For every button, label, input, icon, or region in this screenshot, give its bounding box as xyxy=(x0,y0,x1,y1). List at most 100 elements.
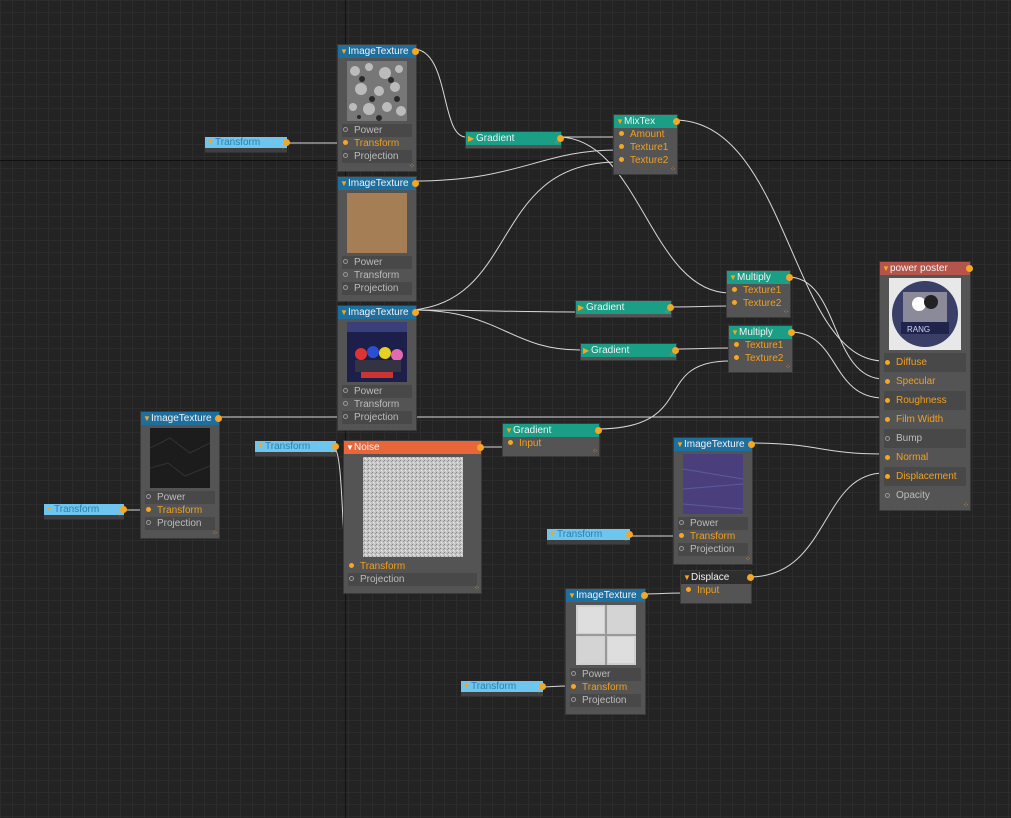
input-normal[interactable]: Normal xyxy=(884,448,966,467)
input-pin[interactable] xyxy=(885,493,890,498)
collapse-triangle-icon[interactable]: ▼ xyxy=(676,438,684,451)
image-texture-node-5[interactable]: ▼ ImageTexture Power Transform Projection… xyxy=(673,437,755,565)
node-header[interactable]: ▼ Noise xyxy=(344,441,484,454)
multiply-node-2[interactable]: ▼ Multiply Texture1 Texture2 ⁘ xyxy=(728,325,795,373)
input-pin[interactable] xyxy=(343,259,348,264)
image-texture-node-1[interactable]: ▼ ImageTexture Power Transform Projection… xyxy=(337,44,419,172)
input-texture1[interactable]: Texture1 xyxy=(733,339,788,352)
resize-handle-icon[interactable]: ⁘ xyxy=(329,449,335,456)
output-port[interactable] xyxy=(215,415,222,422)
input-amount[interactable]: Amount xyxy=(618,128,673,141)
collapse-triangle-icon[interactable]: ▼ xyxy=(568,589,576,602)
collapse-triangle-icon[interactable]: ▼ xyxy=(549,529,556,540)
image-texture-node-2[interactable]: ▼ ImageTexture Power Transform Projection xyxy=(337,176,419,302)
input-pin[interactable] xyxy=(734,355,739,360)
input-pin[interactable] xyxy=(679,520,684,525)
input-specular[interactable]: Specular xyxy=(884,372,966,391)
collapse-triangle-icon[interactable]: ▼ xyxy=(340,177,348,190)
input-roughness[interactable]: Roughness xyxy=(884,391,966,410)
input-transform[interactable]: Transform xyxy=(342,269,412,282)
node-header[interactable]: ▶ Gradient xyxy=(466,132,564,145)
node-header[interactable]: ▼ Transform xyxy=(205,137,290,148)
input-power[interactable]: Power xyxy=(570,668,641,681)
input-pin[interactable] xyxy=(619,157,624,162)
input-power[interactable]: Power xyxy=(145,491,215,504)
input-texture2[interactable]: Texture2 xyxy=(733,352,788,365)
resize-handle-icon[interactable]: ⁘ xyxy=(212,530,218,537)
collapse-triangle-icon[interactable]: ▼ xyxy=(46,504,53,515)
gradient-node-2[interactable]: ▶ Gradient ⁘ xyxy=(575,300,674,318)
input-opacity[interactable]: Opacity xyxy=(884,486,966,505)
node-header[interactable]: ▼ Displace xyxy=(681,571,754,584)
transform-node-3[interactable]: ▼ Transform ⁘ xyxy=(44,504,127,520)
input-bump[interactable]: Bump xyxy=(884,429,966,448)
collapse-triangle-icon[interactable]: ▼ xyxy=(346,441,354,454)
transform-node-4[interactable]: ▼ Transform ⁘ xyxy=(547,529,633,545)
output-port[interactable] xyxy=(747,574,754,581)
input-pin[interactable] xyxy=(679,546,684,551)
node-header[interactable]: ▼ Transform xyxy=(547,529,633,540)
gradient-node-3[interactable]: ▶ Gradient ⁘ xyxy=(580,343,679,361)
node-header[interactable]: ▶ Gradient xyxy=(581,344,679,357)
input-pin[interactable] xyxy=(686,587,691,592)
resize-handle-icon[interactable]: ⁘ xyxy=(664,309,670,316)
input-projection[interactable]: Projection xyxy=(570,694,641,707)
output-port[interactable] xyxy=(673,118,680,125)
resize-handle-icon[interactable]: ⁘ xyxy=(474,585,480,592)
input-pin[interactable] xyxy=(885,455,890,460)
input-projection[interactable]: Projection xyxy=(145,517,215,530)
input-transform[interactable]: Transform xyxy=(145,504,215,517)
input-input[interactable]: Input xyxy=(507,437,595,450)
node-header[interactable]: ▼ ImageTexture xyxy=(338,45,419,58)
transform-node-5[interactable]: ▼ Transform ⁘ xyxy=(461,681,546,697)
resize-handle-icon[interactable]: ⁘ xyxy=(669,352,675,359)
node-header[interactable]: ▼ ImageTexture xyxy=(141,412,222,425)
output-port[interactable] xyxy=(786,274,793,281)
input-film-width[interactable]: Film Width xyxy=(884,410,966,429)
input-transform[interactable]: Transform xyxy=(678,530,748,543)
collapse-triangle-icon[interactable]: ▼ xyxy=(340,45,348,58)
input-pin[interactable] xyxy=(679,533,684,538)
mixtex-node[interactable]: ▼ MixTex Amount Texture1 Texture2 ⁘ xyxy=(613,114,680,175)
input-pin[interactable] xyxy=(343,414,348,419)
input-pin[interactable] xyxy=(571,697,576,702)
noise-node[interactable]: ▼ Noise Transform Projection ⁘ xyxy=(343,440,484,594)
output-port[interactable] xyxy=(412,48,419,55)
input-pin[interactable] xyxy=(508,440,513,445)
resize-handle-icon[interactable]: ⁘ xyxy=(785,364,791,371)
collapse-triangle-icon[interactable]: ▼ xyxy=(505,424,513,437)
output-port[interactable] xyxy=(788,329,795,336)
collapse-triangle-icon[interactable]: ▶ xyxy=(468,132,474,145)
resize-handle-icon[interactable]: ⁘ xyxy=(670,166,676,173)
node-header[interactable]: ▼ ImageTexture xyxy=(674,438,755,451)
node-header[interactable]: ▼ Multiply xyxy=(729,326,795,339)
input-pin[interactable] xyxy=(343,285,348,290)
node-graph-canvas[interactable]: ▼ ImageTexture Power Transform Projection… xyxy=(0,0,1011,818)
input-power[interactable]: Power xyxy=(342,385,412,398)
collapse-triangle-icon[interactable]: ▼ xyxy=(616,115,624,128)
collapse-triangle-icon[interactable]: ▼ xyxy=(683,571,691,584)
input-pin[interactable] xyxy=(732,287,737,292)
image-texture-node-6[interactable]: ▼ ImageTexture Power Transform Projection xyxy=(565,588,648,715)
collapse-triangle-icon[interactable]: ▼ xyxy=(257,441,264,452)
input-pin[interactable] xyxy=(343,272,348,277)
collapse-triangle-icon[interactable]: ▼ xyxy=(463,681,470,692)
material-node[interactable]: ▼ power poster RANG Diffuse Specular Roughn… xyxy=(879,261,973,511)
resize-handle-icon[interactable]: ⁘ xyxy=(280,145,286,152)
resize-handle-icon[interactable]: ⁘ xyxy=(963,502,969,509)
input-power[interactable]: Power xyxy=(342,256,412,269)
input-pin[interactable] xyxy=(885,436,890,441)
resize-handle-icon[interactable]: ⁘ xyxy=(117,512,123,519)
input-projection[interactable]: Projection xyxy=(348,573,477,586)
multiply-node-1[interactable]: ▼ Multiply Texture1 Texture2 ⁘ xyxy=(726,270,793,318)
input-pin[interactable] xyxy=(146,520,151,525)
input-pin[interactable] xyxy=(349,563,354,568)
collapse-triangle-icon[interactable]: ▼ xyxy=(340,306,348,319)
output-port[interactable] xyxy=(641,592,648,599)
input-texture1[interactable]: Texture1 xyxy=(731,284,786,297)
node-header[interactable]: ▼ Multiply xyxy=(727,271,793,284)
node-header[interactable]: ▼ ImageTexture xyxy=(566,589,648,602)
input-projection[interactable]: Projection xyxy=(678,543,748,556)
input-texture2[interactable]: Texture2 xyxy=(731,297,786,310)
node-header[interactable]: ▼ Transform xyxy=(461,681,546,692)
